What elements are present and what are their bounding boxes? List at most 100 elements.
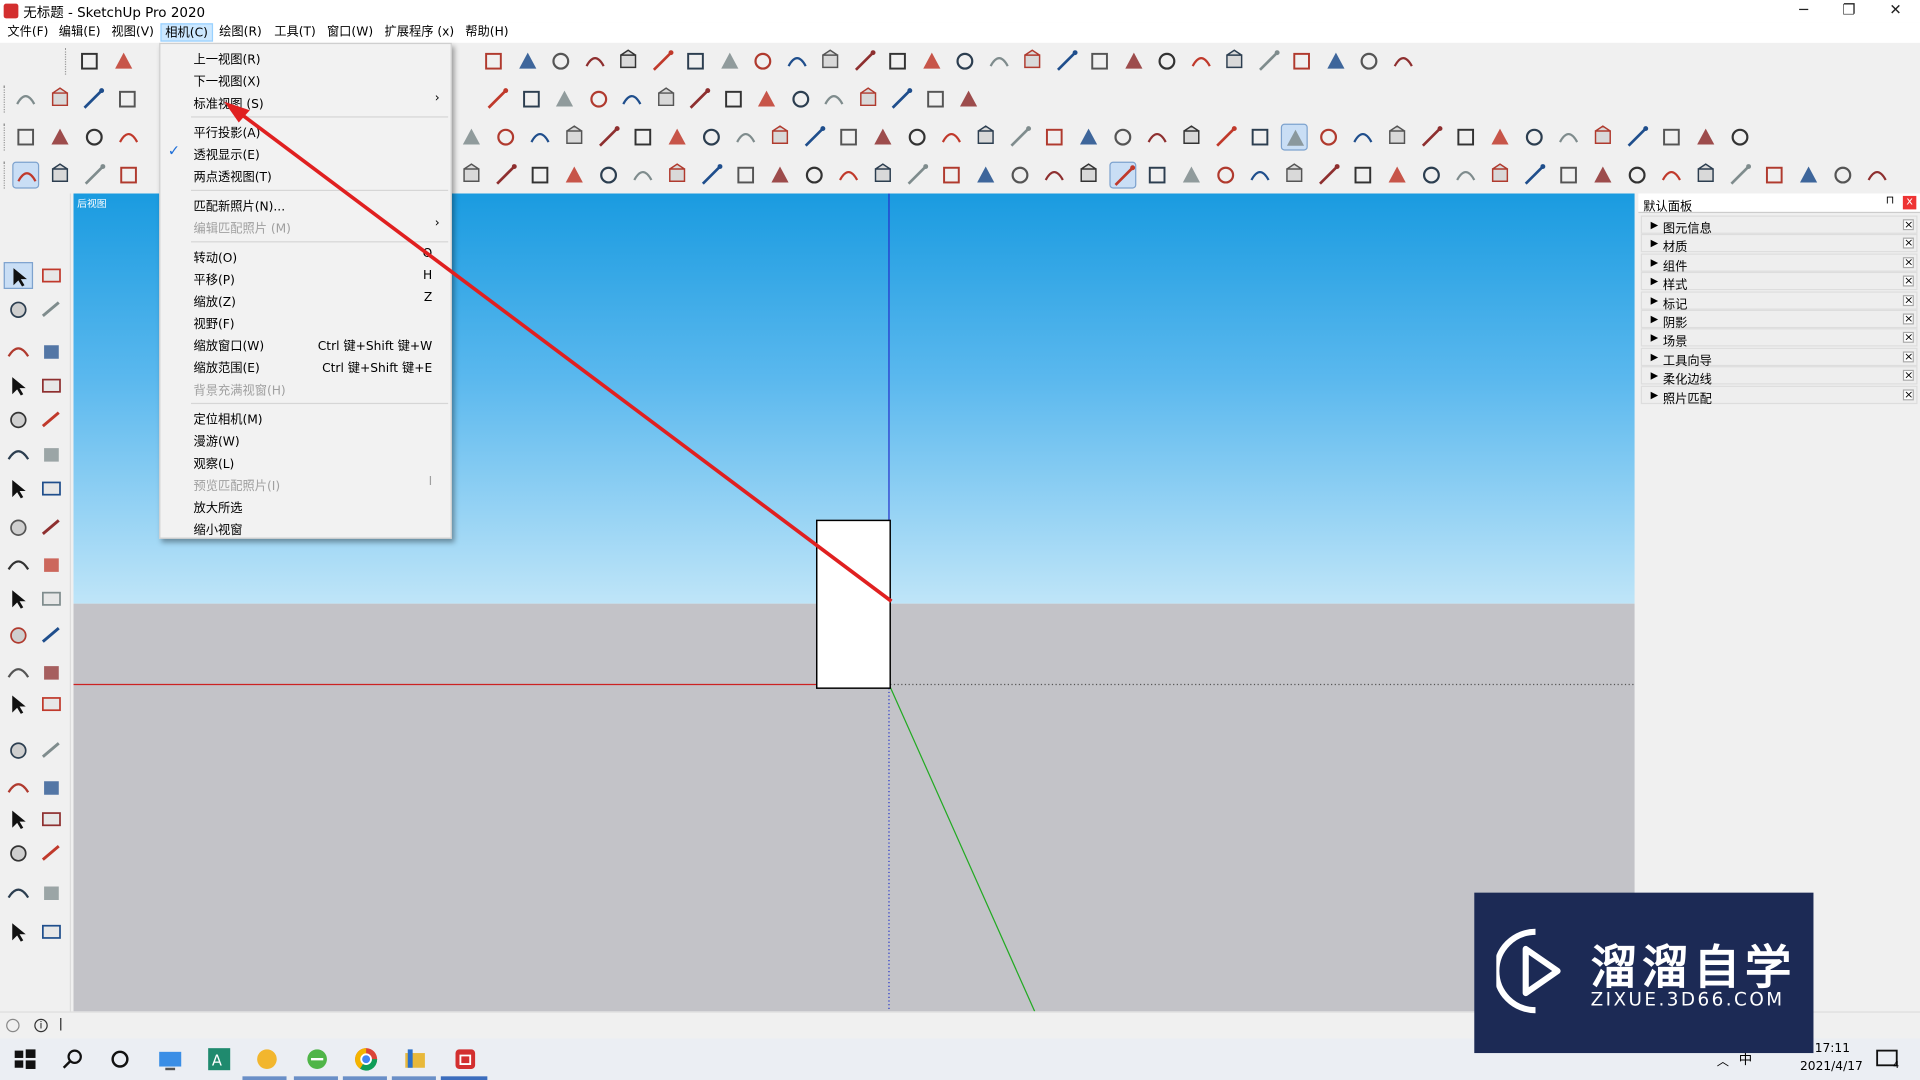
toolbar-tool-icon[interactable]	[1658, 162, 1685, 189]
toolbar-tool-icon[interactable]	[1280, 123, 1308, 151]
toolbar-tool-icon[interactable]	[80, 86, 107, 113]
toolbar-tool-icon[interactable]	[1864, 162, 1891, 189]
minimize-button[interactable]: ─	[1782, 0, 1826, 22]
menu-window[interactable]: 窗口(W)	[323, 23, 377, 41]
left-toolbar-tool-icon[interactable]	[37, 262, 66, 289]
camera-menu-item[interactable]: 定位相机(M)	[160, 407, 450, 429]
task-view-icon[interactable]	[105, 1044, 134, 1073]
computer-icon[interactable]	[156, 1044, 185, 1073]
camera-menu-item[interactable]: 缩放范围(E) Ctrl 键+Shift 键+E	[160, 355, 450, 377]
tray-panel-close-icon[interactable]: ×	[1902, 294, 1914, 306]
expand-arrow-icon[interactable]: ▶	[1651, 219, 1659, 230]
toolbar-tool-icon[interactable]	[732, 162, 759, 189]
geo-location-icon[interactable]	[6, 1018, 20, 1033]
tray-close-button[interactable]: x	[1902, 195, 1917, 210]
left-toolbar-tool-icon[interactable]	[4, 806, 33, 833]
toolbar-tool-icon[interactable]	[1692, 124, 1719, 151]
camera-menu-item[interactable]: 缩放窗口(W) Ctrl 键+Shift 键+W	[160, 333, 450, 355]
camera-menu-item[interactable]: 两点透视图(T)	[160, 164, 450, 186]
toolbar-tool-icon[interactable]	[854, 86, 881, 113]
left-toolbar-tool-icon[interactable]	[37, 585, 66, 612]
toolbar-tool-icon[interactable]	[1144, 162, 1171, 189]
toolbar-tool-icon[interactable]	[1349, 162, 1376, 189]
toolbar-tool-icon[interactable]	[76, 48, 103, 75]
toolbar-tool-icon[interactable]	[1187, 48, 1214, 75]
toolbar-tool-icon[interactable]	[492, 162, 519, 189]
toolbar-tool-icon[interactable]	[561, 124, 588, 151]
toolbar-tool-icon[interactable]	[1795, 162, 1822, 189]
toolbar-tool-icon[interactable]	[1658, 124, 1685, 151]
toolbar-tool-icon[interactable]	[547, 48, 574, 75]
left-toolbar-tool-icon[interactable]	[4, 551, 33, 578]
camera-menu-item[interactable]: 观察(L)	[160, 451, 450, 473]
toolbar-tool-icon[interactable]	[115, 162, 142, 189]
toolbar-tool-icon[interactable]	[458, 162, 485, 189]
expand-arrow-icon[interactable]: ▶	[1651, 389, 1659, 400]
toolbar-tool-icon[interactable]	[81, 124, 108, 151]
tray-panel-item[interactable]: ▶ 工具向导 ×	[1640, 347, 1918, 368]
toolbar-tool-icon[interactable]	[783, 48, 810, 75]
toolbar-tool-icon[interactable]	[1487, 162, 1514, 189]
toolbar-tool-icon[interactable]	[1624, 124, 1651, 151]
toolbar-tool-icon[interactable]	[1389, 48, 1416, 75]
menu-tools[interactable]: 工具(T)	[271, 23, 320, 41]
left-toolbar-tool-icon[interactable]	[4, 737, 33, 764]
left-toolbar-tool-icon[interactable]	[37, 918, 66, 945]
tray-panel-item[interactable]: ▶ 照片匹配 ×	[1640, 385, 1918, 406]
toolbar-tool-icon[interactable]	[753, 86, 780, 113]
toolbar-tool-icon[interactable]	[719, 86, 746, 113]
toolbar-tool-icon[interactable]	[682, 48, 709, 75]
toolbar-tool-icon[interactable]	[1288, 48, 1315, 75]
toolbar-tool-icon[interactable]	[1349, 124, 1376, 151]
toolbar-tool-icon[interactable]	[1761, 162, 1788, 189]
toolbar-tool-icon[interactable]	[1356, 48, 1383, 75]
expand-arrow-icon[interactable]: ▶	[1651, 295, 1659, 306]
tray-panel-item[interactable]: ▶ 阴影 ×	[1640, 309, 1918, 331]
toolbar-tool-icon[interactable]	[955, 86, 982, 113]
tray-panel-close-icon[interactable]: ×	[1902, 219, 1914, 231]
left-toolbar-tool-icon[interactable]	[37, 407, 66, 434]
toolbar-tool-icon[interactable]	[1109, 161, 1137, 189]
left-toolbar-tool-icon[interactable]	[37, 622, 66, 649]
toolbar-tool-icon[interactable]	[716, 48, 743, 75]
toolbar-tool-icon[interactable]	[629, 124, 656, 151]
toolbar-tool-icon[interactable]	[1384, 162, 1411, 189]
left-toolbar-tool-icon[interactable]	[4, 691, 33, 718]
chrome-icon[interactable]	[351, 1044, 380, 1073]
toolbar-tool-icon[interactable]	[1221, 48, 1248, 75]
toolbar-tool-icon[interactable]	[817, 48, 844, 75]
toolbar-tool-icon[interactable]	[1692, 162, 1719, 189]
toolbar-tool-icon[interactable]	[12, 124, 39, 151]
toolbar-tool-icon[interactable]	[1384, 124, 1411, 151]
toolbar-tool-icon[interactable]	[938, 162, 965, 189]
toolbar-tool-icon[interactable]	[1624, 162, 1651, 189]
toolbar-tool-icon[interactable]	[1086, 48, 1113, 75]
menu-file[interactable]: 文件(F)	[4, 23, 52, 41]
left-toolbar-tool-icon[interactable]	[4, 338, 33, 365]
toolbar-tool-icon[interactable]	[664, 124, 691, 151]
left-toolbar-tool-icon[interactable]	[4, 585, 33, 612]
toolbar-tool-icon[interactable]	[110, 48, 137, 75]
left-toolbar-tool-icon[interactable]	[4, 296, 33, 323]
font-app-icon[interactable]: A	[204, 1044, 233, 1073]
toolbar-tool-icon[interactable]	[1007, 162, 1034, 189]
toolbar-tool-icon[interactable]	[1281, 162, 1308, 189]
toolbar-tool-icon[interactable]	[1254, 48, 1281, 75]
toolbar-tool-icon[interactable]	[1589, 124, 1616, 151]
left-toolbar-tool-icon[interactable]	[37, 691, 66, 718]
toolbar-tool-icon[interactable]	[1727, 162, 1754, 189]
toolbar-tool-icon[interactable]	[1521, 124, 1548, 151]
toolbar-tool-icon[interactable]	[595, 124, 622, 151]
toolbar-tool-icon[interactable]	[1178, 162, 1205, 189]
left-toolbar-tool-icon[interactable]	[4, 441, 33, 468]
left-toolbar-tool-icon[interactable]	[4, 372, 33, 399]
toolbar-tool-icon[interactable]	[921, 86, 948, 113]
toolbar-tool-icon[interactable]	[972, 162, 999, 189]
toolbar-tool-icon[interactable]	[869, 162, 896, 189]
toolbar-tool-icon[interactable]	[801, 162, 828, 189]
toolbar-tool-icon[interactable]	[652, 86, 679, 113]
camera-menu-item[interactable]: 上一视图(R)	[160, 47, 450, 69]
toolbar-tool-icon[interactable]	[664, 162, 691, 189]
toolbar-tool-icon[interactable]	[904, 124, 931, 151]
toolbar-tool-icon[interactable]	[1247, 124, 1274, 151]
